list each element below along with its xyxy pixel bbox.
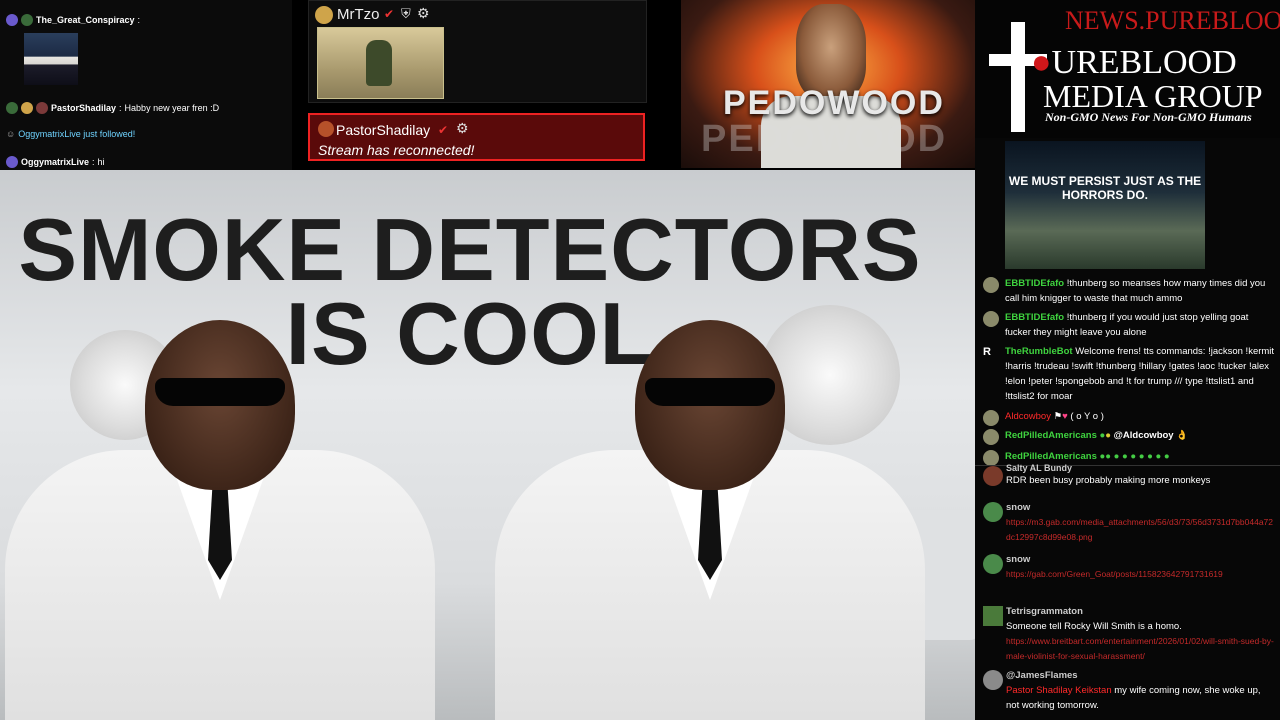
avatar <box>315 6 333 24</box>
logo-site: NEWS.PUREBLOOD.MEDIA <box>1065 6 1280 35</box>
chat-username: PastorShadilay <box>51 103 117 113</box>
verified-icon: ✔ <box>438 123 449 137</box>
person-left <box>5 320 435 720</box>
chat-username[interactable]: @JamesFlames <box>1006 668 1275 683</box>
avatar <box>6 14 18 26</box>
chat-message: RedPilledAmericans ●● ● ● ● ● ● ● ● <box>983 449 1275 466</box>
ok-hand-icon: 👌 <box>1176 430 1189 441</box>
avatar <box>6 156 18 168</box>
chat-message: RedPilledAmericans ●● @Aldcowboy 👌 <box>983 428 1275 445</box>
chat-line: PastorShadilay : Habby new year fren :D <box>6 102 219 114</box>
avatar <box>983 277 999 293</box>
emote-icon: ●● ● ● ● ● ● ● ● <box>1099 451 1170 462</box>
badge-icon <box>21 14 33 26</box>
avatar <box>6 102 18 114</box>
chat-link[interactable]: https://m3.gab.com/media_attachments/56/… <box>1006 517 1273 542</box>
chat-message: EBBTIDEfafo !thunberg if you would just … <box>983 310 1275 340</box>
badge-icon <box>21 102 33 114</box>
avatar <box>983 311 999 327</box>
follow-notice: OggymatrixLive just followed! <box>18 129 136 139</box>
chat-username[interactable]: EBBTIDEfafo <box>1005 312 1064 323</box>
headline-line1: SMOKE DETECTORS <box>18 200 922 299</box>
chat-line: The_Great_Conspiracy : <box>6 14 140 26</box>
chat-message: snow https://m3.gab.com/media_attachments… <box>983 500 1275 545</box>
avatar <box>983 554 1003 574</box>
badge-icon <box>36 102 48 114</box>
chat-username[interactable]: RedPilledAmericans <box>1005 451 1097 462</box>
avatar <box>983 606 1003 626</box>
chat-mention[interactable]: Pastor Shadilay Keikstan <box>1006 685 1112 696</box>
chat-username[interactable]: Aldcowboy <box>1005 411 1051 422</box>
avatar <box>983 670 1003 690</box>
chat-username: OggymatrixLive <box>21 157 90 167</box>
chat-username[interactable]: Tetrisgrammaton <box>1006 604 1275 619</box>
person-icon: ☺ <box>6 129 16 139</box>
chat-message: Salty AL Bundy RDR been busy probably mak… <box>983 464 1275 488</box>
verified-icon: ✔ <box>384 7 395 21</box>
avatar <box>983 410 999 426</box>
heart-icon: ♥ <box>1062 411 1068 422</box>
person-right <box>495 320 925 720</box>
chat-message: hi <box>97 157 105 167</box>
alert-message: Stream has reconnected! <box>318 142 475 158</box>
chat-message: EBBTIDEfafo !thunberg so meanses how man… <box>983 276 1275 306</box>
chat-username[interactable]: EBBTIDEfafo <box>1005 278 1064 289</box>
promo-title-shadow: PEDOWOOD <box>701 118 948 160</box>
stream-chat-overlay: The_Great_Conspiracy : PastorShadilay : … <box>0 0 292 170</box>
chat-link[interactable]: https://www.breitbart.com/entertainment/… <box>1006 636 1274 661</box>
chat-message: @JamesFlames Pastor Shadilay Keikstan my … <box>983 668 1275 713</box>
avatar <box>318 121 334 137</box>
chat-message: R TheRumbleBot Welcome frens! tts comman… <box>983 346 1275 402</box>
tip-gif <box>317 27 444 99</box>
avatar <box>983 502 1003 522</box>
chat-message: Habby new year fren :D <box>124 103 220 113</box>
avatar <box>983 466 1003 486</box>
meme-text: WE MUST PERSIST JUST AS THE HORRORS DO. <box>1008 174 1202 202</box>
chat-line: OggymatrixLive : hi <box>6 156 105 168</box>
chat-username[interactable]: RedPilledAmericans <box>1005 430 1097 441</box>
rumble-icon: R <box>983 346 991 358</box>
chat-image <box>24 33 78 85</box>
promo-image: PEDOWOOD PEDOWOOD <box>681 0 975 168</box>
tip-alert-panel: MrTzo ✔ ⛨ ⚙ <box>308 0 647 103</box>
gear-icon: ⚙ <box>456 120 469 136</box>
gear-icon: ⚙ <box>417 5 430 21</box>
tip-username: MrTzo <box>337 6 380 23</box>
chat-line: ☺ OggymatrixLive just followed! <box>6 129 135 139</box>
meme-image: WE MUST PERSIST JUST AS THE HORRORS DO. <box>1005 141 1205 269</box>
logo-tagline: Non-GMO News For Non-GMO Humans <box>1045 110 1252 124</box>
shield-icon: ⛨ <box>401 6 411 21</box>
chat-username[interactable]: Salty AL Bundy <box>1006 464 1275 473</box>
badge-icon: ● <box>1105 430 1112 441</box>
chat-message: snow https://gab.com/Green_Goat/posts/115… <box>983 552 1275 582</box>
logo-line1: ●UREBLOOD <box>1031 44 1237 81</box>
chat-username[interactable]: snow <box>1006 552 1275 567</box>
chat-username: The_Great_Conspiracy <box>36 15 135 25</box>
chat-message: Tetrisgrammaton Someone tell Rocky Will S… <box>983 604 1275 664</box>
side-chat-panel: WE MUST PERSIST JUST AS THE HORRORS DO. … <box>975 138 1280 720</box>
alert-username: PastorShadilay <box>336 122 431 138</box>
reconnect-alert: PastorShadilay ✔ ⚙ Stream has reconnecte… <box>308 113 645 161</box>
flag-icon: ⚑ <box>1053 411 1063 422</box>
chat-username[interactable]: snow <box>1006 500 1275 515</box>
chat-link[interactable]: https://gab.com/Green_Goat/posts/1158236… <box>1006 569 1223 579</box>
chat-message: Aldcowboy ⚑♥ ( o Y o ) <box>983 409 1275 426</box>
channel-logo: NEWS.PUREBLOOD.MEDIA ●UREBLOOD MEDIA GRO… <box>975 0 1280 138</box>
main-video-frame: SMOKE DETECTORS IS COOL <box>0 170 975 720</box>
chat-username[interactable]: TheRumbleBot <box>1005 346 1073 357</box>
cross-icon <box>1011 22 1025 132</box>
avatar <box>983 429 999 445</box>
